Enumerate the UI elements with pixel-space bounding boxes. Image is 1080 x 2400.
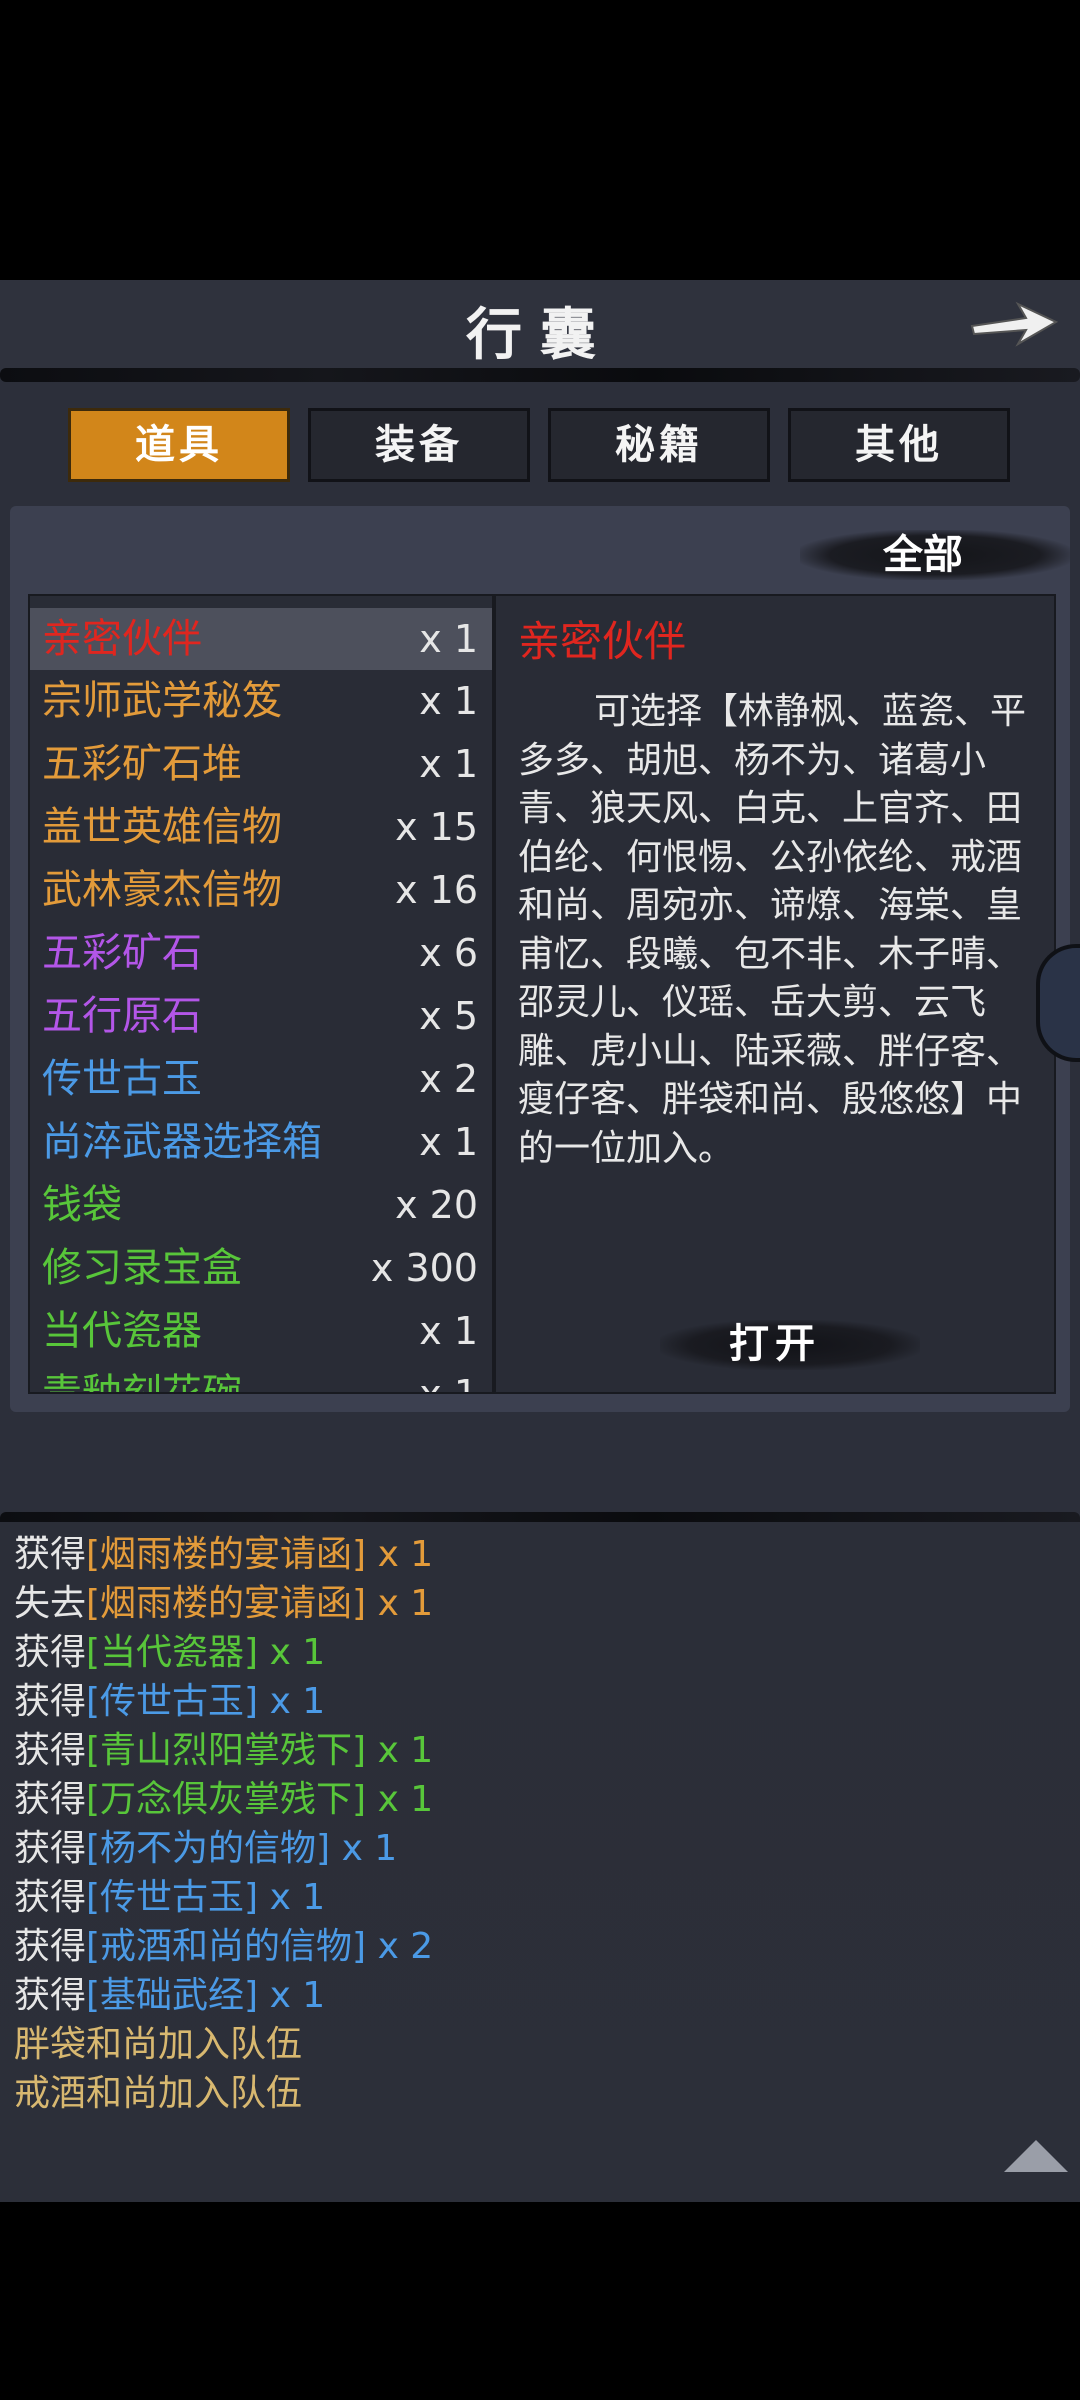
log-item: [烟雨楼的宴请函] — [86, 1583, 367, 1624]
log-line: 戒酒和尚加入队伍 — [14, 2069, 302, 2119]
list-item[interactable]: 亲密伙伴 x 1 — [30, 608, 492, 670]
list-item[interactable]: 修习录宝盒 x 300 — [30, 1237, 492, 1299]
log-item: [戒酒和尚的信物] — [86, 1926, 367, 1967]
item-name: 武林豪杰信物 — [42, 867, 282, 913]
log-item: [烟雨楼的宴请函] — [86, 1534, 367, 1575]
list-item[interactable]: 传世古玉 x 2 — [30, 1048, 492, 1110]
list-item[interactable]: 五行原石 x 5 — [30, 985, 492, 1047]
tab-items[interactable]: 道具 — [68, 408, 290, 482]
log-count: x 1 — [269, 1632, 326, 1673]
item-list[interactable]: 亲密伙伴 x 1 宗师武学秘笈 x 1 五彩矿石堆 x 1 盖世英雄信物 x 1… — [28, 594, 494, 1394]
item-name: 尚淬武器选择箱 — [42, 1119, 322, 1165]
item-name: 宗师武学秘笈 — [42, 678, 282, 724]
tab-other[interactable]: 其他 — [788, 408, 1010, 482]
log-item: [杨不为的信物] — [86, 1828, 331, 1869]
log-line: 获得[万念俱灰掌残下] x 1 — [14, 1779, 434, 1820]
item-qty: x 1 — [419, 679, 478, 723]
item-qty: x 5 — [419, 994, 478, 1038]
item-qty: x 6 — [419, 931, 478, 975]
list-item[interactable]: 盖世英雄信物 x 15 — [30, 796, 492, 858]
item-name: 盖世英雄信物 — [42, 804, 282, 850]
log-count: x 2 — [377, 1926, 434, 1967]
log-item: [万念俱灰掌残下] — [86, 1779, 367, 1820]
log-line: 获得[基础武经] x 1 — [14, 1975, 326, 2016]
log-count: x 1 — [341, 1828, 398, 1869]
item-qty: x 1 — [419, 1120, 478, 1164]
log-line: 获得[戒酒和尚的信物] x 2 — [14, 1926, 434, 1967]
tab-manuals[interactable]: 秘籍 — [548, 408, 770, 482]
item-name: 五彩矿石堆 — [42, 741, 242, 787]
log-line: 获得[杨不为的信物] x 1 — [14, 1828, 398, 1869]
list-item[interactable]: 五彩矿石 x 6 — [30, 922, 492, 984]
item-qty: x 20 — [395, 1183, 478, 1227]
item-qty: x 1 — [419, 1372, 478, 1394]
log-line: 获得[青山烈阳掌残下] x 1 — [14, 1730, 434, 1771]
list-item[interactable]: 武林豪杰信物 x 16 — [30, 859, 492, 921]
log-count: x 1 — [377, 1534, 434, 1575]
log-line: 获得[传世古玉] x 1 — [14, 1681, 326, 1722]
log-line: 获得[当代瓷器] x 1 — [14, 1632, 326, 1673]
item-qty: x 1 — [419, 617, 478, 661]
item-qty: x 1 — [419, 1309, 478, 1353]
item-name: 五行原石 — [42, 993, 202, 1039]
category-tabs: 道具 装备 秘籍 其他 — [68, 408, 1014, 482]
list-item[interactable]: 青釉刻花碗 x 1 — [30, 1363, 492, 1394]
list-item[interactable]: 宗师武学秘笈 x 1 — [30, 670, 492, 732]
item-name: 钱袋 — [42, 1182, 122, 1228]
list-item[interactable]: 钱袋 x 20 — [30, 1174, 492, 1236]
item-name: 当代瓷器 — [42, 1308, 202, 1354]
item-name: 修习录宝盒 — [42, 1245, 242, 1291]
log-count: x 1 — [269, 1877, 326, 1918]
log-item: 胖袋和尚加入队伍 — [14, 2024, 303, 2065]
item-qty: x 1 — [419, 742, 478, 786]
item-name: 传世古玉 — [42, 1056, 202, 1102]
item-qty: x 2 — [419, 1057, 478, 1101]
log-line: 失去[烟雨楼的宴请函] x 1 — [14, 1583, 434, 1624]
log-count: x 1 — [377, 1779, 434, 1820]
arrow-right-icon[interactable] — [968, 288, 1060, 354]
log-line: 获得[传世古玉] x 1 — [14, 1877, 326, 1918]
log-line: 获得[烟雨楼的宴请函] x 1 — [14, 1534, 434, 1575]
log-item: [当代瓷器] — [86, 1632, 259, 1673]
log-item: [传世古玉] — [86, 1681, 259, 1722]
list-item[interactable]: 五彩矿石堆 x 1 — [30, 733, 492, 795]
item-name: 亲密伙伴 — [42, 616, 202, 662]
item-qty: x 300 — [370, 1246, 478, 1290]
detail-title: 亲密伙伴 — [518, 617, 687, 666]
triangle-up-icon[interactable] — [1004, 2140, 1068, 2172]
detail-description: 可选择【林静枫、蓝瓷、平多多、胡旭、杨不为、诸葛小青、狼天风、白克、上官齐、田伯… — [518, 691, 1027, 1169]
item-qty: x 16 — [395, 868, 478, 912]
log-item: [青山烈阳掌残下] — [86, 1730, 367, 1771]
log-count: x 1 — [269, 1681, 326, 1722]
side-menu-tab[interactable] — [1036, 944, 1080, 1062]
filter-all-button[interactable]: 全部 — [808, 522, 1038, 588]
open-button[interactable]: 打开 — [680, 1312, 870, 1376]
log-item: 戒酒和尚加入队伍 — [14, 2073, 303, 2114]
item-name: 五彩矿石 — [42, 930, 202, 976]
log-line: 胖袋和尚加入队伍 — [14, 2020, 302, 2070]
log-count: x 1 — [269, 1975, 326, 2016]
log-item: [传世古玉] — [86, 1877, 259, 1918]
log-count: x 1 — [377, 1730, 434, 1771]
item-name: 青釉刻花碗 — [42, 1371, 242, 1394]
item-qty: x 15 — [395, 805, 478, 849]
page-title: 行囊 — [466, 302, 614, 368]
list-item[interactable]: 尚淬武器选择箱 x 1 — [30, 1111, 492, 1173]
list-item[interactable]: 当代瓷器 x 1 — [30, 1300, 492, 1362]
log-count: x 1 — [377, 1583, 434, 1624]
tab-equipment[interactable]: 装备 — [308, 408, 530, 482]
log-item: [基础武经] — [86, 1975, 259, 2016]
message-log[interactable]: … 获得[烟雨楼的宴请函] x 1 失去[烟雨楼的宴请函] x 1 获得[当代瓷… — [0, 1522, 1080, 2202]
